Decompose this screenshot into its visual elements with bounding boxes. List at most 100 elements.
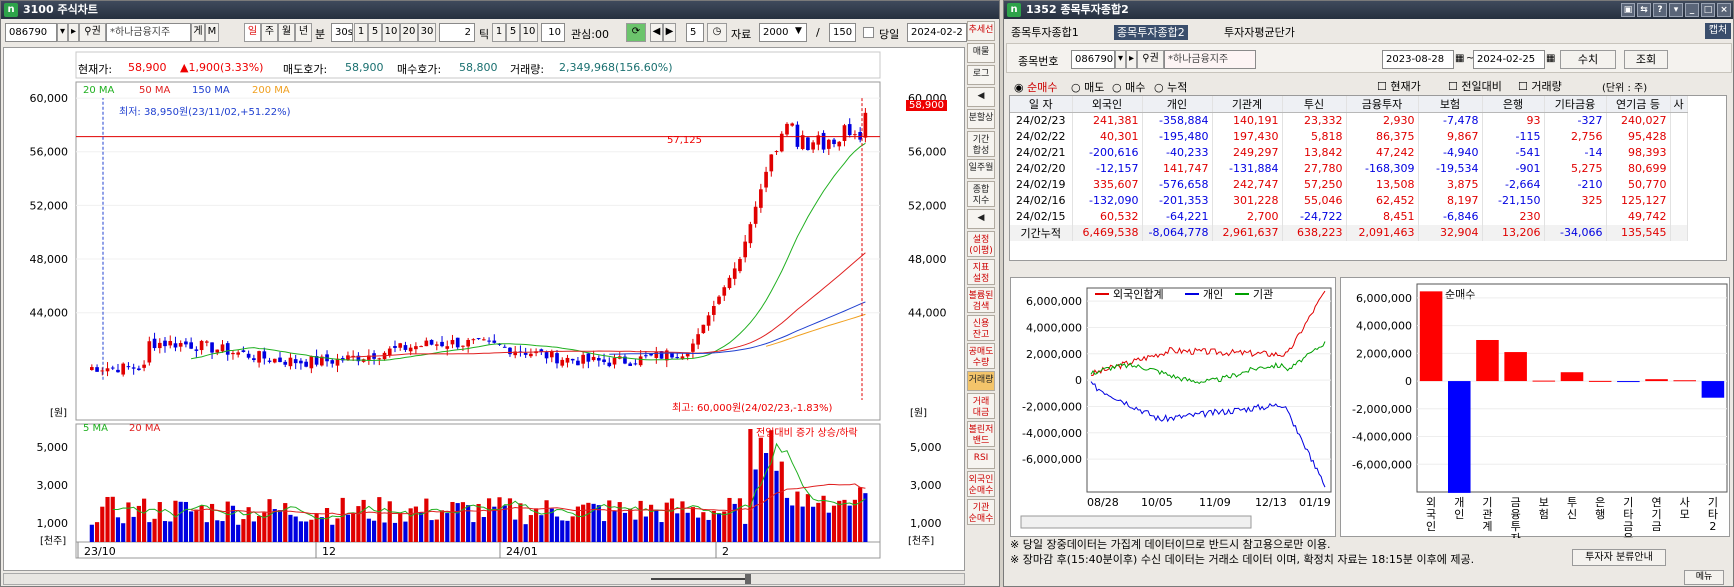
maximize-icon[interactable]: □: [1701, 3, 1715, 17]
candlestick-chart[interactable]: 60,000 60,00056,000 56,00052,000 52,00048,0…: [4, 48, 966, 572]
table-header[interactable]: 개인: [1142, 96, 1213, 113]
table-header[interactable]: 외국인: [1072, 96, 1143, 113]
zoom-slider[interactable]: [651, 578, 751, 580]
radio-buy[interactable]: ○ 매수: [1112, 79, 1145, 95]
table-row[interactable]: 기간누적 6,469,538 -8,064,778 2,961,637 638,223 2…: [1010, 224, 1688, 241]
link-icon[interactable]: ⇆: [1637, 3, 1651, 17]
tick-btn-1[interactable]: 1: [492, 23, 506, 42]
sidebar-item-16[interactable]: 볼린저 밴드: [967, 421, 995, 447]
min-btn-30[interactable]: 30: [418, 23, 436, 42]
table-header[interactable]: 기타금융: [1544, 96, 1607, 113]
min-btn-5[interactable]: 5: [368, 23, 382, 42]
tab-summary2[interactable]: 종목투자종합2: [1114, 25, 1188, 40]
sidebar-item-4[interactable]: 분할상: [967, 109, 995, 129]
code-next-button[interactable]: ▸: [68, 23, 79, 42]
help-icon[interactable]: ?: [1653, 3, 1667, 17]
min-btn-10[interactable]: 10: [382, 23, 400, 42]
sidebar-item-14[interactable]: 거래량: [967, 371, 995, 391]
tick-btn-5[interactable]: 5: [506, 23, 520, 42]
check-volume[interactable]: ☐ 거래량: [1518, 78, 1562, 94]
sidebar-item-10[interactable]: 지표 설정: [967, 259, 995, 285]
lock-icon[interactable]: ▣: [1621, 3, 1635, 17]
code-search-button[interactable]: ⚲권: [79, 23, 106, 42]
sidebar-item-12[interactable]: 신용 잔고: [967, 315, 995, 341]
period-minute[interactable]: 분: [315, 26, 325, 42]
menu-button[interactable]: 메뉴: [1684, 570, 1724, 585]
display-count-input[interactable]: 150: [829, 23, 856, 42]
table-header[interactable]: 은행: [1482, 96, 1545, 113]
period-month[interactable]: 월: [278, 23, 295, 42]
sidebar-item-13[interactable]: 공매도 수량: [967, 343, 995, 369]
sidebar-item-18[interactable]: 외국인 순매수: [967, 471, 995, 497]
sidebar-item-19[interactable]: 기관 순매수: [967, 499, 995, 525]
sidebar-item-2[interactable]: 로그: [967, 65, 995, 85]
sidebar-item-17[interactable]: RSI: [967, 449, 995, 469]
investor-titlebar[interactable]: n 1352 종목투자종합2 ▣ ⇆ ? ▾ _ □ ×: [1004, 1, 1733, 19]
check-current-price[interactable]: ☐ 현재가: [1377, 78, 1421, 94]
close-icon[interactable]: ×: [1717, 3, 1731, 17]
code-search-button[interactable]: ⚲권: [1137, 50, 1164, 69]
sidebar-item-1[interactable]: 매물: [967, 43, 995, 63]
date-to-input[interactable]: 2024-02-25: [1473, 50, 1545, 69]
tick-input[interactable]: 2: [439, 23, 475, 42]
table-row[interactable]: 24/02/16 -132,090 -201,353 301,228 55,046 62,…: [1010, 192, 1688, 209]
sidebar-item-9[interactable]: 설정 (이평): [967, 231, 995, 257]
gwansim-label[interactable]: 관심:00: [571, 26, 609, 42]
min-btn-20[interactable]: 20: [400, 23, 418, 42]
dangil-checkbox[interactable]: [863, 27, 874, 38]
chart-scrollbar[interactable]: [3, 573, 965, 585]
code-next-button[interactable]: ▸: [1126, 50, 1137, 69]
radio-net-buy[interactable]: ◉ 순매수: [1014, 79, 1057, 95]
tab-avg-price[interactable]: 투자자평균단가: [1221, 25, 1298, 40]
sidebar-item-15[interactable]: 거래 대금: [967, 393, 995, 419]
table-row[interactable]: 24/02/19 335,607 -576,658 242,747 57,250 13,5…: [1010, 176, 1688, 193]
pin-icon[interactable]: ▾: [1669, 3, 1683, 17]
next-arrow-icon[interactable]: ▶: [663, 23, 676, 42]
minimize-icon[interactable]: _: [1685, 3, 1699, 17]
code-dropdown-button[interactable]: ▾: [1115, 50, 1126, 69]
min-btn-1[interactable]: 1: [354, 23, 368, 42]
stock-code-input[interactable]: 086790: [5, 23, 57, 42]
table-header[interactable]: 금융투자: [1346, 96, 1419, 113]
table-header[interactable]: 사: [1670, 96, 1688, 113]
sidebar-item-7[interactable]: 종합 지수: [967, 181, 995, 207]
calendar-icon[interactable]: ▦: [1455, 53, 1464, 64]
table-header[interactable]: 기관계: [1212, 96, 1283, 113]
sidebar-item-6[interactable]: 일주월: [967, 159, 995, 179]
table-header[interactable]: 투신: [1282, 96, 1347, 113]
stock-chart-titlebar[interactable]: n 3100 주식차트: [1, 1, 999, 19]
table-row[interactable]: 24/02/22 40,301 -195,480 197,430 5,818 86,375…: [1010, 128, 1688, 145]
tab-summary1[interactable]: 종목투자종합1: [1008, 25, 1082, 40]
scroll-step-input[interactable]: 5: [686, 23, 704, 42]
period-day[interactable]: 일: [244, 23, 261, 42]
code-dropdown-button[interactable]: ▾: [57, 23, 68, 42]
table-row[interactable]: 24/02/15 60,532 -64,221 2,700 -24,722 8,451 -6…: [1010, 208, 1688, 225]
period-year[interactable]: 년: [295, 23, 312, 42]
chevron-down-icon[interactable]: ▼: [795, 26, 802, 36]
calendar-icon[interactable]: ▦: [1546, 53, 1555, 64]
investor-info-button[interactable]: 투자자 분류안내: [1572, 549, 1666, 566]
period-week[interactable]: 주: [261, 23, 278, 42]
table-header[interactable]: 일 자: [1010, 96, 1073, 113]
cumulative-line-chart[interactable]: 6,000,000 4,000,000 2,000,000 0 -2,000,000 -4…: [1011, 278, 1337, 538]
check-prev-diff[interactable]: ☐ 전일대비: [1448, 78, 1502, 94]
clock-icon[interactable]: ◷: [707, 23, 727, 42]
ge-button[interactable]: 게: [191, 23, 205, 42]
date-from-input[interactable]: 2023-08-28: [1382, 50, 1454, 69]
prev-arrow-icon[interactable]: ◀: [650, 23, 663, 42]
sidebar-item-3[interactable]: ◀: [967, 87, 995, 107]
radio-cumulative[interactable]: ○ 누적: [1154, 79, 1187, 95]
refresh-icon[interactable]: ⟳: [626, 23, 646, 42]
table-header[interactable]: 보험: [1418, 96, 1483, 113]
m-button[interactable]: M: [205, 23, 219, 42]
sidebar-item-8[interactable]: ◀: [967, 209, 995, 229]
sidebar-item-0[interactable]: 추세선: [967, 21, 995, 41]
tick-count-input[interactable]: 10: [541, 23, 565, 42]
table-row[interactable]: 24/02/20 -12,157 141,747 -131,884 27,780 -168…: [1010, 160, 1688, 177]
table-row[interactable]: 24/02/21 -200,616 -40,233 249,297 13,842 47,2…: [1010, 144, 1688, 161]
suchi-button[interactable]: 수치: [1560, 50, 1616, 69]
sidebar-item-5[interactable]: 기간 합성: [967, 131, 995, 157]
johoe-button[interactable]: 조회: [1624, 50, 1668, 69]
table-header[interactable]: 연기금 등: [1606, 96, 1671, 113]
radio-sell[interactable]: ○ 매도: [1071, 79, 1104, 95]
